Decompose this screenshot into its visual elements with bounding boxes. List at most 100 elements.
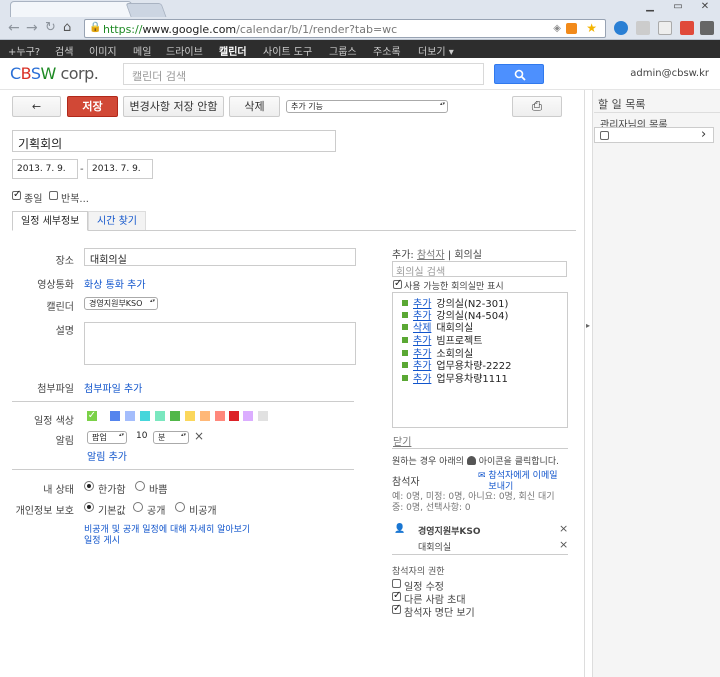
status-busy-radio[interactable]: [135, 481, 145, 491]
perm-see-guests-checkbox[interactable]: [392, 603, 401, 614]
close-window-icon[interactable]: ✕: [695, 1, 715, 15]
privacy-default-radio[interactable]: [84, 502, 94, 512]
guest-permissions-title: 참석자의 권한: [392, 567, 445, 577]
section-divider: [392, 554, 568, 555]
back-to-calendar-button[interactable]: ←: [12, 96, 61, 117]
where-input[interactable]: 대회의실: [84, 248, 356, 266]
room-action-link[interactable]: 추가: [413, 374, 431, 385]
forward-icon[interactable]: →: [26, 21, 38, 35]
perm-edit-checkbox[interactable]: [392, 579, 401, 588]
room-color-icon: [402, 324, 408, 330]
task-checkbox[interactable]: [600, 131, 609, 140]
extension-icon[interactable]: [680, 21, 694, 35]
perm-invite-checkbox[interactable]: [392, 590, 401, 601]
privacy-private-radio[interactable]: [175, 502, 185, 512]
color-swatch[interactable]: [215, 411, 225, 421]
remove-reminder-icon[interactable]: ×: [194, 429, 204, 443]
extension-icon[interactable]: ◈: [553, 23, 561, 34]
print-button[interactable]: ⎙: [512, 96, 562, 117]
calendar-label: 캘린더: [46, 302, 74, 313]
gbar-item-more[interactable]: 더보기 ▾: [418, 43, 454, 58]
room-color-icon: [402, 300, 408, 306]
gbar-item-mail[interactable]: 메일: [133, 43, 151, 58]
calendar-select[interactable]: 경영지원부KSO: [84, 297, 158, 310]
color-swatch[interactable]: [185, 411, 195, 421]
color-swatch[interactable]: [140, 411, 150, 421]
bookmark-star-icon[interactable]: ★: [586, 21, 597, 35]
minimize-icon[interactable]: ▁: [640, 1, 660, 15]
reminder-type-select[interactable]: 팝업: [87, 431, 127, 444]
address-bar[interactable]: 🔒 https://www.google.com/calendar/b/1/re…: [84, 19, 606, 38]
back-icon[interactable]: ←: [8, 21, 20, 35]
guests-tab-link[interactable]: 참석자: [417, 250, 445, 261]
extension-icon[interactable]: [658, 21, 672, 35]
home-icon[interactable]: ⌂: [63, 21, 71, 35]
close-rooms-link[interactable]: 닫기: [393, 433, 411, 448]
person-icon: [466, 456, 476, 465]
status-free-radio[interactable]: [84, 481, 94, 491]
start-date-input[interactable]: 2013. 7. 9.: [12, 159, 78, 179]
email-guests-link[interactable]: ✉ 참석자에게 이메일 보내기: [478, 471, 568, 493]
more-actions-dropdown[interactable]: 추가 기능: [286, 100, 448, 113]
reload-icon[interactable]: ↻: [45, 21, 56, 35]
new-tab-button[interactable]: [125, 3, 167, 17]
person-icon: 👤: [394, 524, 406, 534]
color-swatch[interactable]: [155, 411, 165, 421]
maximize-icon[interactable]: ▭: [668, 1, 688, 15]
delete-button[interactable]: 삭제: [229, 96, 280, 117]
search-button[interactable]: [494, 64, 544, 84]
calendar-search-input[interactable]: 캘린더 검색: [123, 63, 484, 85]
user-account[interactable]: admin@cbsw.kr: [630, 68, 709, 79]
color-swatch[interactable]: [243, 411, 253, 421]
collapse-panel-icon[interactable]: ▸: [586, 321, 590, 330]
gbar-item-groups[interactable]: 그룹스: [329, 43, 357, 58]
color-swatch[interactable]: [125, 411, 135, 421]
color-swatch[interactable]: [170, 411, 180, 421]
attachment-label: 첨부파일: [37, 384, 74, 395]
color-swatch[interactable]: [200, 411, 210, 421]
reminder-unit-select[interactable]: 분: [153, 431, 189, 444]
discard-changes-button[interactable]: 변경사항 저장 안함: [123, 96, 224, 117]
repeat-checkbox[interactable]: [49, 191, 58, 200]
wrench-icon[interactable]: [700, 21, 714, 35]
show-available-checkbox[interactable]: [393, 278, 402, 289]
allday-checkbox[interactable]: [12, 189, 21, 200]
room-color-icon: [402, 312, 408, 318]
color-swatch[interactable]: [258, 411, 268, 421]
color-swatch-selected[interactable]: ✓: [87, 411, 97, 421]
add-attachment-link[interactable]: 첨부파일 추가: [84, 380, 142, 395]
end-date-input[interactable]: 2013. 7. 9.: [87, 159, 153, 179]
task-details-icon[interactable]: ›: [701, 127, 706, 142]
status-free-label: 한가함: [98, 485, 126, 496]
room-search-input[interactable]: 회의실 검색: [392, 261, 567, 278]
gbar-item-contacts[interactable]: 주소록: [373, 43, 401, 58]
gbar-item-plus[interactable]: +누구?: [8, 43, 40, 58]
description-textarea[interactable]: [84, 322, 356, 365]
privacy-public-radio[interactable]: [133, 502, 143, 512]
remove-guest-icon[interactable]: ×: [559, 538, 568, 551]
color-swatch[interactable]: [229, 411, 239, 421]
logo[interactable]: CBSW corp.: [10, 64, 99, 83]
rss-icon[interactable]: [566, 23, 577, 34]
gbar-item-search[interactable]: 검색: [55, 43, 73, 58]
gbar-item-calendar[interactable]: 캘린더: [219, 43, 247, 58]
gbar-item-drive[interactable]: 드라이브: [166, 43, 203, 58]
event-title-input[interactable]: 기획회의: [12, 130, 336, 152]
add-video-call-link[interactable]: 화상 통화 추가: [84, 276, 146, 291]
color-swatch[interactable]: [110, 411, 120, 421]
gbar-item-images[interactable]: 이미지: [89, 43, 117, 58]
tab-event-details[interactable]: 일정 세부정보: [12, 211, 89, 231]
allday-label: 종일: [24, 194, 43, 205]
reminder-value-input[interactable]: 10: [133, 430, 153, 445]
remove-guest-icon[interactable]: ×: [559, 522, 568, 535]
gbar-item-sites[interactable]: 사이트 도구: [263, 43, 312, 58]
save-button[interactable]: 저장: [67, 96, 118, 117]
extension-icon[interactable]: [636, 21, 650, 35]
rsvp-summary: 예: 0명, 미정: 0명, 아니요: 0명, 회신 대기 중: 0명, 선택사…: [392, 492, 555, 513]
tab-find-time[interactable]: 시간 찾기: [88, 211, 146, 231]
publish-event-link[interactable]: 일정 게시: [84, 533, 120, 546]
browser-tab[interactable]: [10, 1, 132, 17]
add-reminder-link[interactable]: 알림 추가: [87, 448, 127, 463]
profile-icon[interactable]: [614, 21, 628, 35]
task-row[interactable]: [594, 127, 714, 143]
